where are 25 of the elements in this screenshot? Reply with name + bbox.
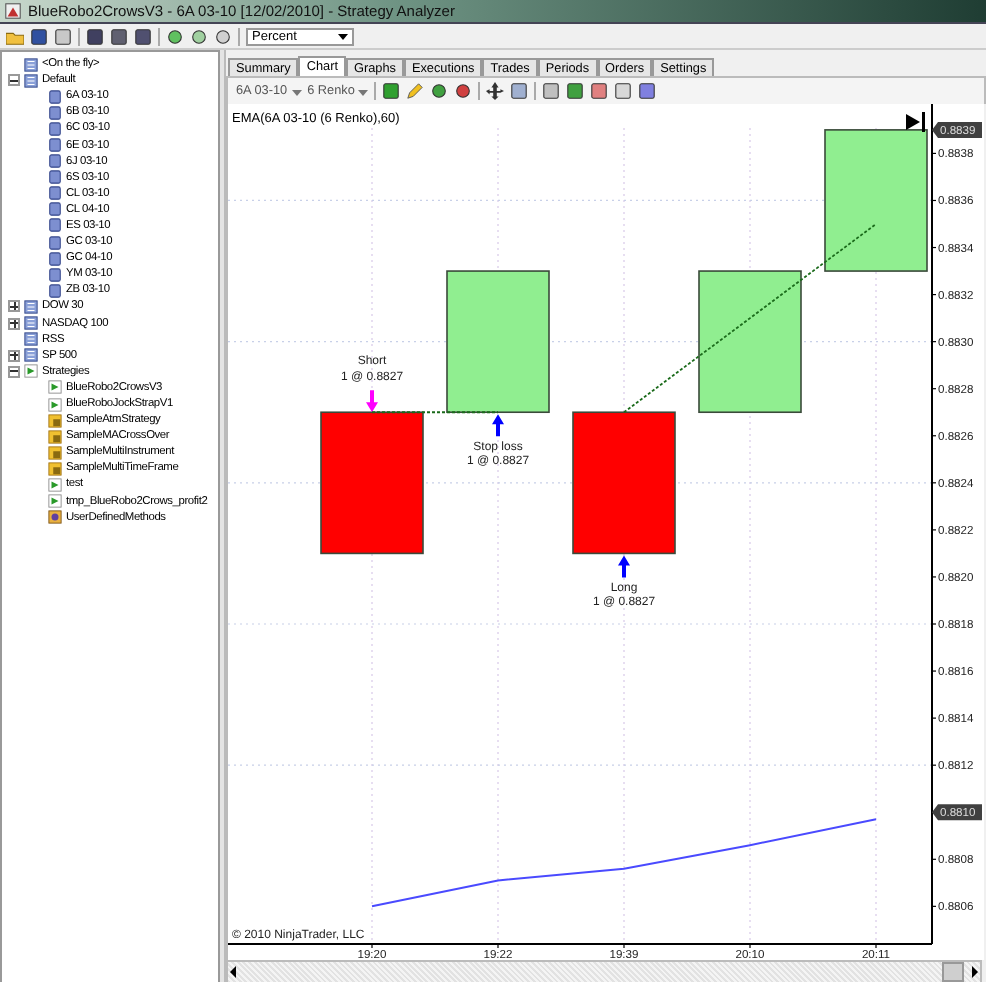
expander[interactable] — [8, 365, 20, 378]
renko-brick — [320, 411, 424, 555]
scrollbar[interactable] — [226, 960, 982, 982]
caret-icon — [358, 85, 369, 97]
caret-icon — [338, 30, 348, 42]
renko-brick — [824, 129, 928, 272]
buy-arrow-icon — [492, 414, 504, 437]
sell-arrow-icon — [366, 390, 378, 413]
pencil-icon[interactable] — [406, 82, 425, 100]
expander[interactable] — [8, 74, 20, 87]
app-icon — [4, 2, 22, 20]
trade-line — [371, 411, 499, 414]
strategy-icon — [24, 364, 38, 379]
scroll-thumb[interactable] — [942, 962, 964, 982]
expander[interactable] — [8, 349, 20, 362]
renko-brick — [572, 411, 676, 555]
scroll-right-icon[interactable] — [970, 966, 980, 978]
expander[interactable] — [8, 300, 20, 313]
renko-brick — [698, 270, 802, 414]
expander[interactable] — [8, 317, 20, 330]
buy-arrow-icon — [618, 555, 630, 578]
move-icon[interactable] — [486, 82, 505, 100]
renko-brick — [446, 270, 550, 414]
caret-icon — [291, 85, 302, 97]
go-to-end-icon[interactable] — [906, 112, 925, 132]
